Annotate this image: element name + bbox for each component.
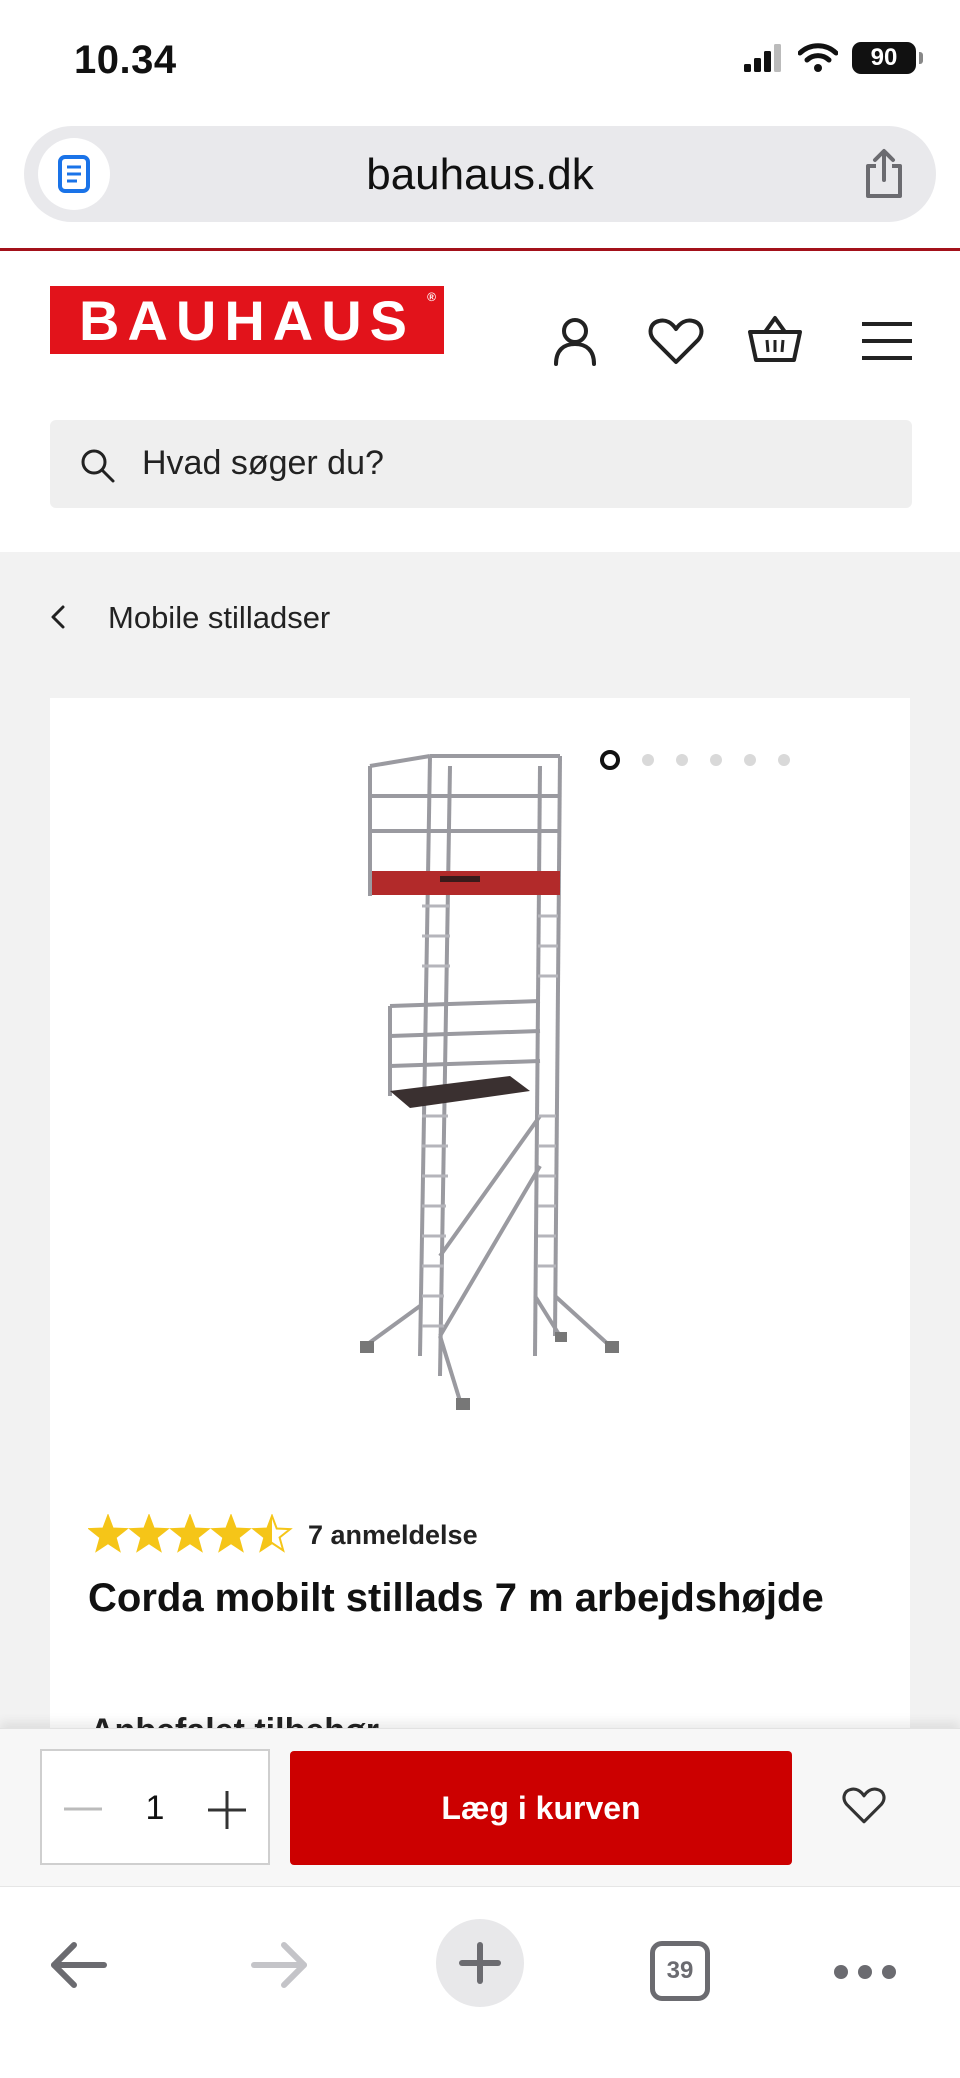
url-domain[interactable]: bauhaus.dk [24, 150, 936, 200]
section-title: Anbefalet tilbehør [90, 1712, 379, 1728]
address-bar[interactable]: bauhaus.dk [24, 126, 936, 222]
rating-stars [88, 1514, 293, 1553]
status-time: 10.34 [74, 38, 177, 82]
wifi-icon [798, 43, 838, 72]
review-count[interactable]: 7 anmeldelse [308, 1520, 478, 1551]
plus-icon[interactable] [206, 1789, 248, 1831]
star-icon [128, 1514, 170, 1553]
star-icon [251, 1514, 293, 1553]
carousel-dot[interactable] [642, 754, 654, 766]
breadcrumb-label[interactable]: Mobile stilladser [108, 600, 330, 636]
bauhaus-logo[interactable]: BAUHAUS ® [50, 286, 444, 354]
search-icon [81, 449, 115, 483]
battery-indicator: 90 [852, 42, 923, 74]
add-to-cart-button[interactable]: Læg i kurven [290, 1751, 792, 1865]
product-rating[interactable]: 7 anmeldelse [88, 1514, 478, 1556]
star-icon [88, 1514, 129, 1553]
new-tab-button[interactable] [436, 1919, 524, 2007]
logo-registered-mark: ® [427, 290, 436, 304]
carousel-dot[interactable] [676, 754, 688, 766]
signal-icon [744, 44, 781, 72]
carousel-dot[interactable] [710, 754, 722, 766]
header-divider [0, 248, 960, 251]
carousel-dot[interactable] [778, 754, 790, 766]
logo-text: BAUHAUS [79, 288, 415, 352]
browser-toolbar: 39 [0, 1886, 960, 2078]
breadcrumb[interactable]: Mobile stilladser [50, 600, 330, 635]
basket-icon[interactable] [748, 314, 802, 364]
wishlist-heart-icon[interactable] [842, 1787, 886, 1825]
carousel-dot[interactable] [744, 754, 756, 766]
plus-icon [459, 1942, 501, 1984]
search-placeholder: Hvad søger du? [142, 444, 384, 482]
status-icons: 90 [744, 42, 923, 74]
recommended-accessories-section: Anbefalet tilbehør [50, 1668, 910, 1728]
carousel-dot[interactable] [600, 750, 620, 770]
heart-icon[interactable] [648, 318, 704, 366]
star-icon [169, 1514, 211, 1553]
menu-icon[interactable] [860, 320, 914, 362]
user-icon[interactable] [552, 316, 598, 366]
back-arrow-icon[interactable] [48, 1941, 108, 1989]
share-icon[interactable] [862, 148, 906, 200]
tab-switcher-button[interactable]: 39 [650, 1941, 710, 2001]
status-bar: 10.34 90 [0, 0, 960, 120]
forward-arrow-icon[interactable] [250, 1941, 310, 1989]
quantity-stepper[interactable]: 1 [40, 1749, 270, 1865]
chevron-left-icon [51, 605, 65, 629]
product-image[interactable] [360, 736, 640, 1426]
product-title: Corda mobilt stillads 7 m arbejdshøjde [88, 1576, 824, 1620]
more-options-icon[interactable] [834, 1965, 896, 1979]
star-icon [210, 1514, 252, 1553]
buy-bar: 1 Læg i kurven [0, 1728, 960, 1886]
search-input[interactable]: Hvad søger du? [50, 420, 912, 508]
image-carousel-dots[interactable] [600, 750, 790, 770]
